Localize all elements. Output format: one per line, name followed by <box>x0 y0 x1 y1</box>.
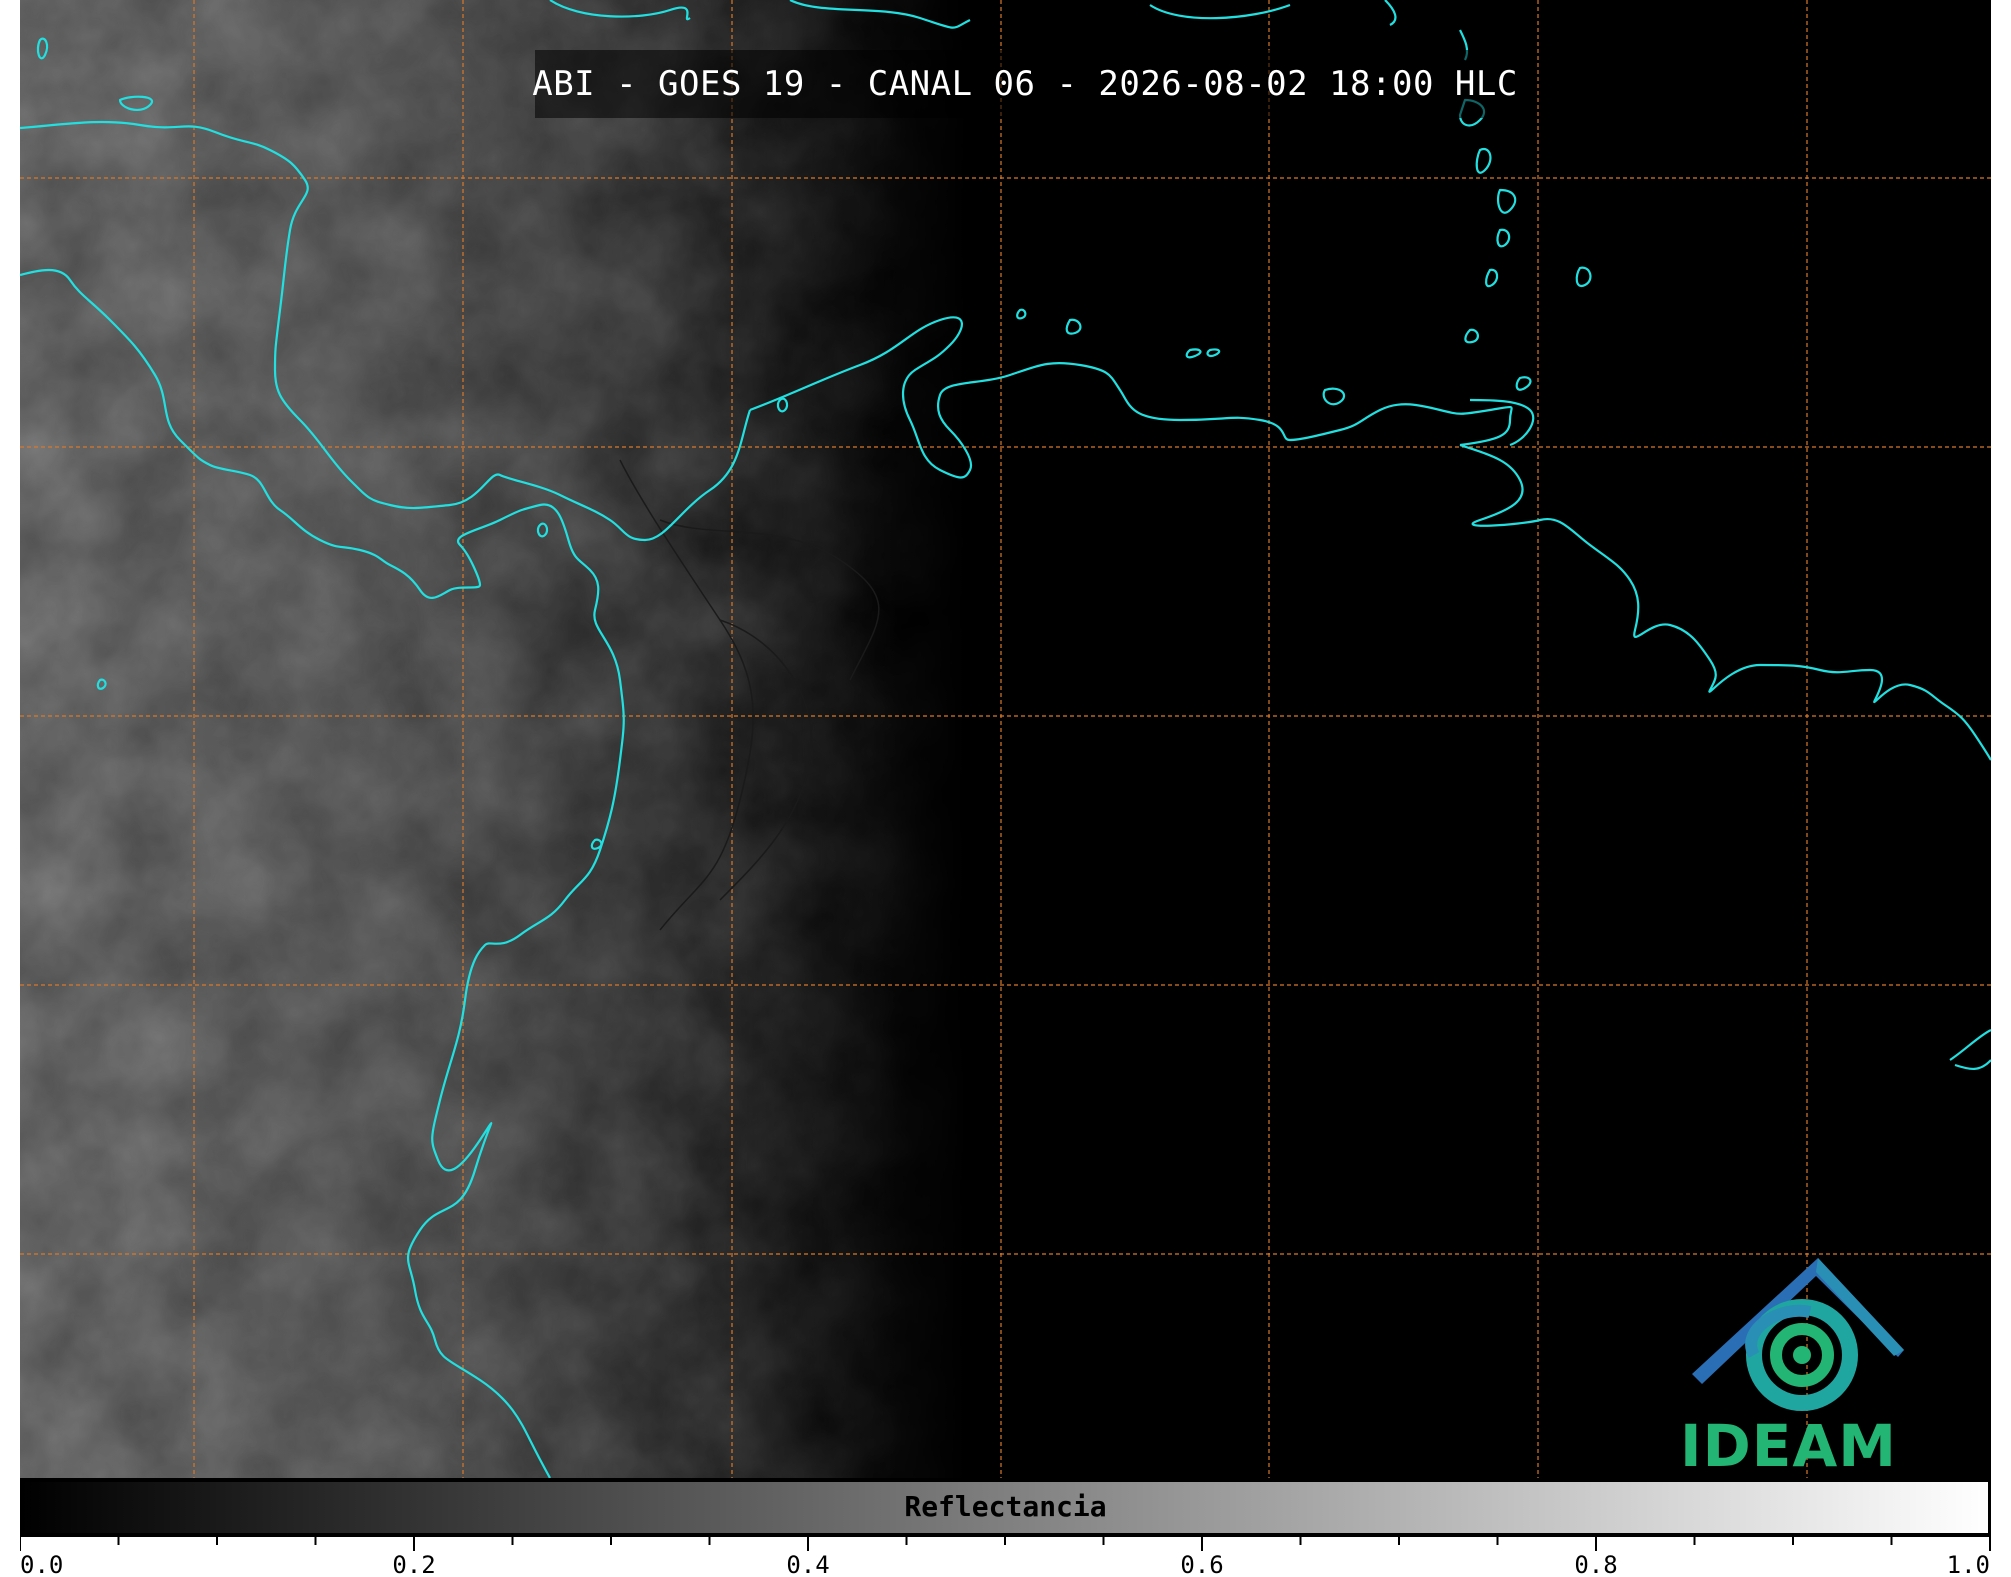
colorbar-tick-label: 0.8 <box>1574 1551 1617 1577</box>
colorbar-tick-labels: 0.0 0.2 0.4 0.6 0.8 1.0 <box>20 1551 1990 1577</box>
colorbar-tick-label: 0.4 <box>786 1551 829 1577</box>
title-banner: ABI - GOES 19 - CANAL 06 - 2026-08-02 18… <box>532 50 1518 118</box>
satellite-map <box>20 0 1991 1478</box>
colorbar-tick-label: 1.0 <box>1947 1551 1990 1577</box>
colorbar-ticks <box>20 1535 1991 1551</box>
colorbar-tick-label: 0.2 <box>392 1551 435 1577</box>
colorbar-tick-label: 0.6 <box>1180 1551 1223 1577</box>
colorbar-label: Reflectancia <box>904 1490 1107 1523</box>
map-title: ABI - GOES 19 - CANAL 06 - 2026-08-02 18… <box>532 64 1518 104</box>
cloud-texture <box>20 0 1991 1478</box>
colorbar-tick-label: 0.0 <box>20 1551 63 1577</box>
ideam-logo-text: IDEAM <box>1680 1412 1897 1480</box>
